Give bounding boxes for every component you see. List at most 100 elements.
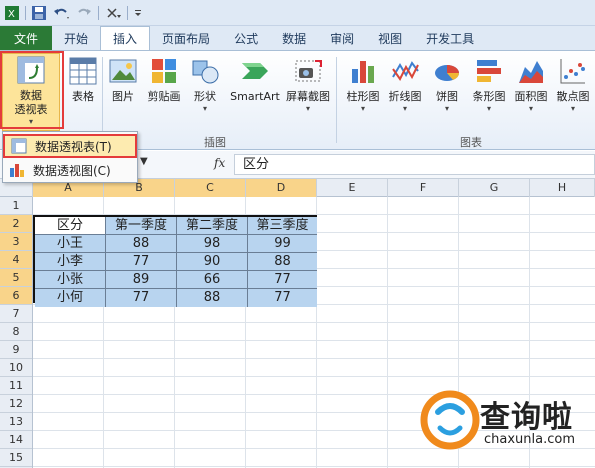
picture-button[interactable]: 图片 — [100, 55, 146, 135]
area-chart-label: 面积图 — [514, 90, 548, 103]
tab-data[interactable]: 数据 — [270, 26, 318, 50]
row-header[interactable]: 3 — [0, 233, 32, 251]
tab-formulas[interactable]: 公式 — [222, 26, 270, 50]
bar-chart-button[interactable]: 条形图 ▾ — [466, 55, 512, 135]
line-chart-button[interactable]: 折线图 ▾ — [382, 55, 428, 135]
row-header[interactable]: 11 — [0, 377, 32, 395]
tab-file[interactable]: 文件 — [0, 26, 53, 50]
excel-logo-icon: X — [4, 4, 20, 22]
row-header[interactable]: 10 — [0, 359, 32, 377]
row-headers: 1 2 3 4 5 6 7 8 9 10 11 12 13 14 15 — [0, 197, 33, 468]
svg-text:X: X — [8, 9, 15, 20]
column-header[interactable]: D — [246, 179, 317, 197]
row-header[interactable]: 15 — [0, 449, 32, 467]
table-header-cell[interactable]: 第三季度 — [248, 217, 317, 235]
column-chart-button[interactable]: 柱形图 ▾ — [340, 55, 386, 135]
screenshot-button[interactable]: 屏幕截图 ▾ — [283, 55, 333, 135]
smartart-label: SmartArt — [230, 90, 280, 103]
column-header[interactable]: F — [388, 179, 459, 197]
chevron-down-icon: ▾ — [360, 104, 365, 113]
table-cell[interactable]: 98 — [177, 235, 248, 253]
customize-icon[interactable] — [104, 4, 122, 22]
column-chart-label: 柱形图 — [346, 90, 380, 103]
table-cell[interactable]: 66 — [177, 271, 248, 289]
chevron-down-icon: ▾ — [528, 104, 533, 113]
table-cell[interactable]: 77 — [106, 289, 177, 307]
chevron-down-icon: ▾ — [402, 104, 407, 113]
shapes-button[interactable]: 形状 ▾ — [182, 55, 228, 135]
table-cell[interactable]: 77 — [248, 289, 317, 307]
save-icon[interactable] — [31, 4, 47, 22]
picture-icon — [108, 55, 138, 87]
column-header[interactable]: E — [317, 179, 388, 197]
pivot-table-button[interactable]: 数据 透视表 ▾ — [2, 53, 60, 131]
chevron-down-icon: ▾ — [202, 104, 207, 113]
tab-review[interactable]: 审阅 — [318, 26, 366, 50]
tab-home[interactable]: 开始 — [52, 26, 100, 50]
table-header-cell[interactable]: 区分 — [35, 217, 106, 235]
area-chart-button[interactable]: 面积图 ▾ — [508, 55, 554, 135]
chevron-down-icon: ▾ — [570, 104, 575, 113]
table-cell[interactable]: 小何 — [35, 289, 106, 307]
picture-label: 图片 — [112, 90, 134, 103]
line-chart-label: 折线图 — [388, 90, 422, 103]
tab-view[interactable]: 视图 — [366, 26, 414, 50]
redo-icon[interactable] — [75, 4, 93, 22]
column-header[interactable]: C — [175, 179, 246, 197]
row-header[interactable]: 7 — [0, 305, 32, 323]
table-icon — [68, 55, 98, 87]
shapes-icon — [190, 55, 220, 87]
qat-separator — [127, 5, 128, 20]
row-header[interactable]: 9 — [0, 341, 32, 359]
bar-chart-icon — [474, 55, 504, 87]
table-cell[interactable]: 99 — [248, 235, 317, 253]
pivot-table-label-1: 数据 — [20, 89, 42, 102]
area-chart-icon — [516, 55, 546, 87]
pivot-chart-icon — [9, 162, 25, 178]
smartart-button[interactable]: SmartArt — [229, 55, 281, 135]
row-header[interactable]: 8 — [0, 323, 32, 341]
tab-page-layout[interactable]: 页面布局 — [150, 26, 222, 50]
table-cell[interactable]: 88 — [248, 253, 317, 271]
name-box-dropdown[interactable]: ▼ — [140, 156, 148, 167]
row-header[interactable]: 4 — [0, 251, 32, 269]
menu-item-pivot-table[interactable]: 数据透视表(T) — [3, 134, 137, 158]
row-header[interactable]: 1 — [0, 197, 32, 215]
clipart-button[interactable]: 剪贴画 — [141, 55, 187, 135]
scatter-chart-icon — [558, 55, 588, 87]
table-cell[interactable]: 小李 — [35, 253, 106, 271]
bar-chart-label: 条形图 — [472, 90, 506, 103]
group-label-illustrations: 插图 — [204, 136, 226, 149]
table-cell[interactable]: 77 — [248, 271, 317, 289]
table-cell[interactable]: 88 — [106, 235, 177, 253]
column-header[interactable]: G — [459, 179, 530, 197]
tab-developer[interactable]: 开发工具 — [414, 26, 486, 50]
formula-input[interactable]: 区分 — [234, 154, 595, 175]
row-header[interactable]: 5 — [0, 269, 32, 287]
menu-item-pivot-chart[interactable]: 数据透视图(C) — [3, 158, 137, 182]
table-header-cell[interactable]: 第二季度 — [177, 217, 248, 235]
row-header[interactable]: 2 — [0, 215, 32, 233]
fx-icon[interactable]: fx — [214, 156, 225, 170]
table-cell[interactable]: 小王 — [35, 235, 106, 253]
chevron-down-icon[interactable] — [133, 4, 143, 22]
table-header-cell[interactable]: 第一季度 — [106, 217, 177, 235]
tab-insert[interactable]: 插入 — [100, 26, 151, 50]
table-cell[interactable]: 88 — [177, 289, 248, 307]
group-label-charts: 图表 — [460, 136, 482, 149]
scatter-chart-button[interactable]: 散点图 ▾ — [550, 55, 595, 135]
undo-icon[interactable] — [52, 4, 70, 22]
chevron-down-icon: ▾ — [444, 104, 449, 113]
row-header[interactable]: 14 — [0, 431, 32, 449]
pivot-table-icon — [11, 138, 27, 154]
table-cell[interactable]: 77 — [106, 253, 177, 271]
pie-chart-button[interactable]: 饼图 ▾ — [424, 55, 470, 135]
row-header[interactable]: 12 — [0, 395, 32, 413]
row-header[interactable]: 13 — [0, 413, 32, 431]
table-cell[interactable]: 90 — [177, 253, 248, 271]
group-separator — [336, 57, 337, 143]
column-header[interactable]: H — [530, 179, 595, 197]
table-cell[interactable]: 89 — [106, 271, 177, 289]
table-cell[interactable]: 小张 — [35, 271, 106, 289]
row-header[interactable]: 6 — [0, 287, 32, 305]
